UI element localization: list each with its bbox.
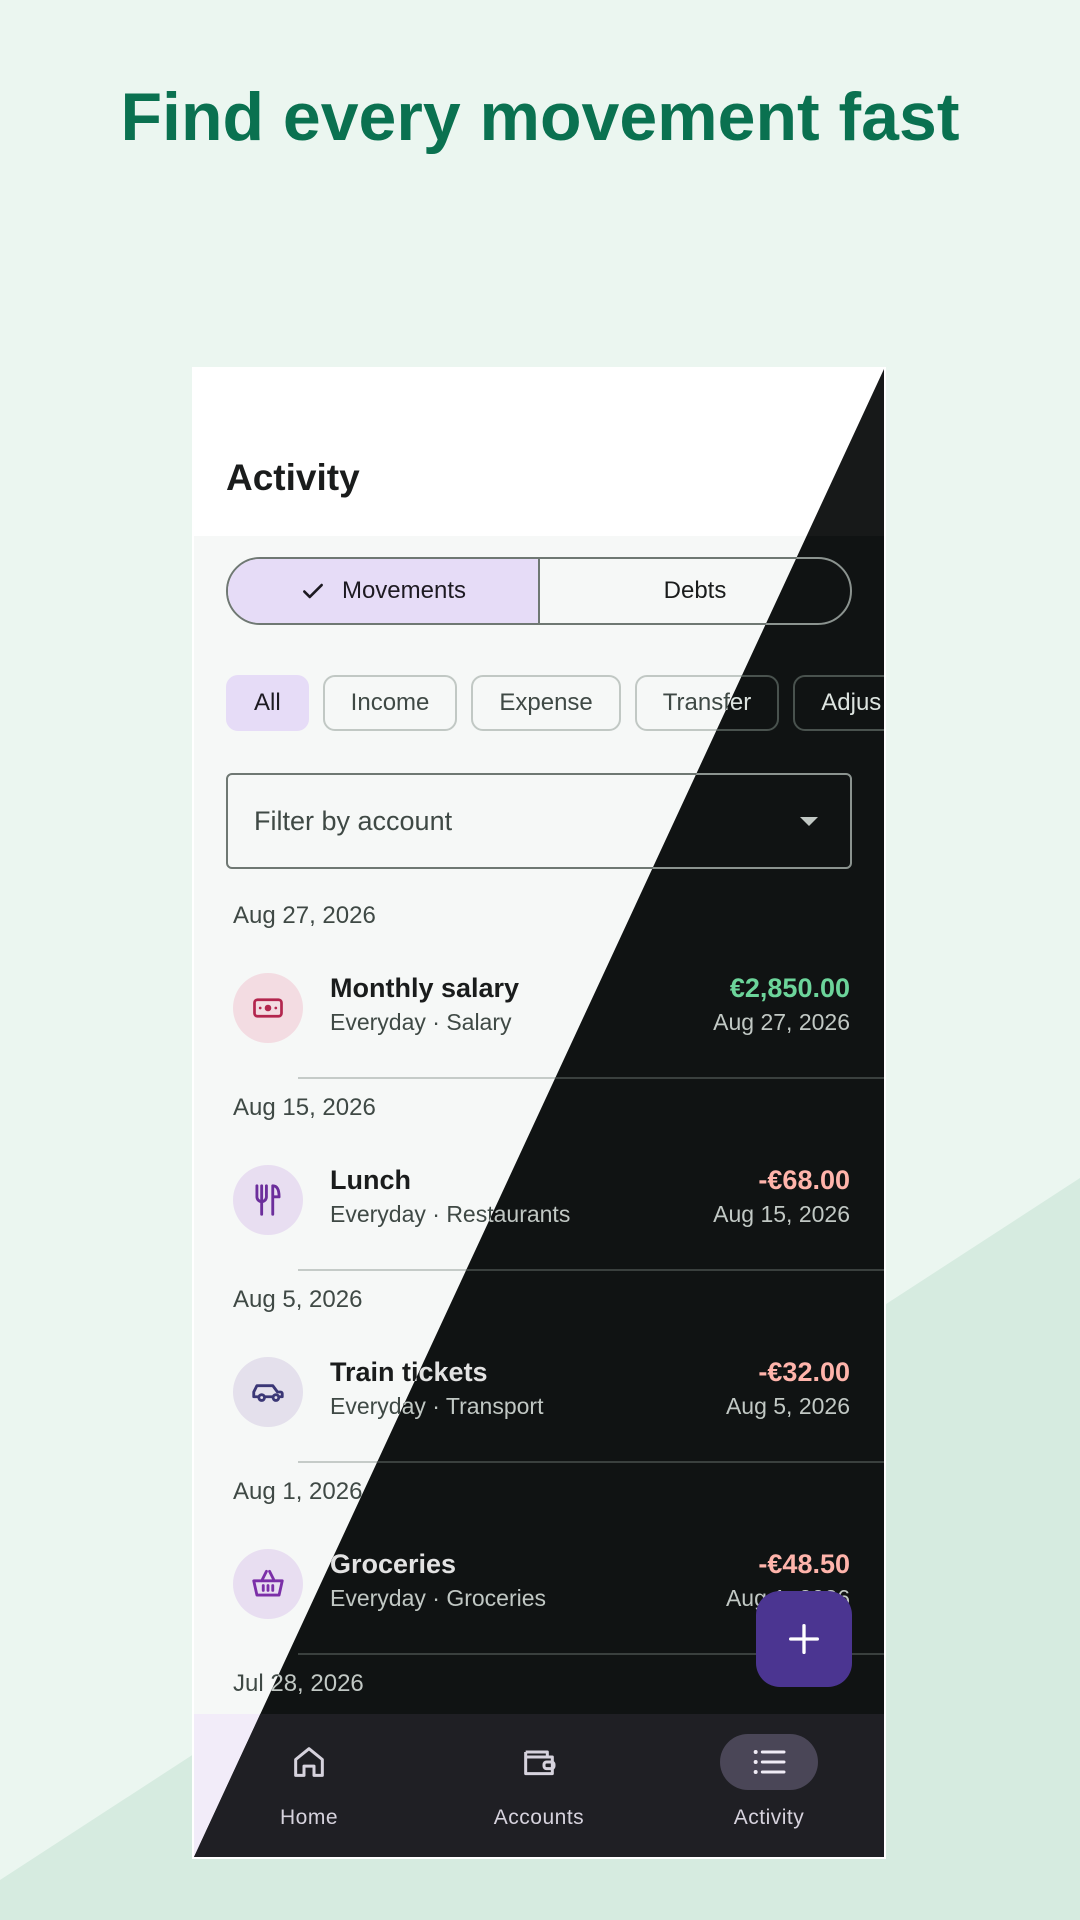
date-header: Aug 5, 2026: [233, 1286, 363, 1313]
nav-indicator: [490, 1734, 588, 1790]
date-header: Aug 1, 2026: [233, 1478, 363, 1505]
divider: [298, 1461, 884, 1463]
segment-label: Debts: [663, 577, 727, 604]
nav-label: Accounts: [493, 1806, 585, 1829]
nav-indicator: [260, 1734, 358, 1790]
transaction-amount: -€32.00: [758, 1357, 850, 1387]
account-filter-placeholder: Filter by account: [254, 805, 453, 836]
bottom-navigation: Home Accounts Activity: [194, 1714, 884, 1857]
transaction-title: Monthly salary: [330, 973, 520, 1003]
cash-icon: [233, 973, 303, 1043]
transaction-amount: €2,850.00: [729, 973, 850, 1003]
hero-title: Find every movement fast: [120, 79, 960, 155]
nav-label: Home: [279, 1806, 339, 1829]
segment-label: Movements: [341, 577, 467, 604]
chip-adjustment[interactable]: Adjus: [793, 675, 884, 731]
top-app-bar: Activity: [194, 369, 884, 536]
transaction-subtitle: Everyday · Salary: [330, 1009, 512, 1035]
page-title: Activity: [226, 457, 360, 498]
segmented-control: Movements Debts: [226, 557, 852, 625]
transaction-date: Aug 15, 2026: [713, 1201, 850, 1227]
transaction-subtitle: Everyday · Groceries: [330, 1585, 547, 1611]
add-transaction-fab[interactable]: [756, 1591, 852, 1687]
phone-screenshot: Activity Movements Debts All Income Expe…: [194, 369, 884, 1857]
transaction-date: Aug 5, 2026: [725, 1393, 850, 1419]
date-header: Aug 15, 2026: [233, 1094, 376, 1121]
home-icon: [294, 1747, 324, 1777]
list-icon: [753, 1750, 786, 1774]
transaction-title: Groceries: [330, 1549, 457, 1579]
transaction-amount: -€68.00: [758, 1165, 850, 1195]
transaction-amount: -€48.50: [758, 1549, 850, 1579]
date-header: Aug 27, 2026: [233, 902, 376, 929]
nav-label: Activity: [733, 1806, 805, 1829]
fork-knife-icon: [233, 1165, 303, 1235]
plus-icon: [789, 1624, 819, 1654]
nav-accounts[interactable]: Accounts: [424, 1714, 654, 1857]
transaction-title: Lunch: [330, 1165, 411, 1195]
basket-icon: [233, 1549, 303, 1619]
dropdown-arrow-icon: [800, 816, 818, 826]
segment-movements[interactable]: Movements: [228, 559, 540, 623]
transaction-date: Aug 27, 2026: [713, 1009, 850, 1035]
nav-activity[interactable]: Activity: [654, 1714, 884, 1857]
chip-income[interactable]: Income: [322, 675, 458, 731]
nav-indicator: [720, 1734, 818, 1790]
chip-all[interactable]: All: [226, 675, 309, 731]
chip-expense[interactable]: Expense: [471, 675, 621, 731]
wallet-icon: [524, 1750, 556, 1776]
car-icon: [233, 1357, 303, 1427]
check-icon: [303, 583, 323, 599]
